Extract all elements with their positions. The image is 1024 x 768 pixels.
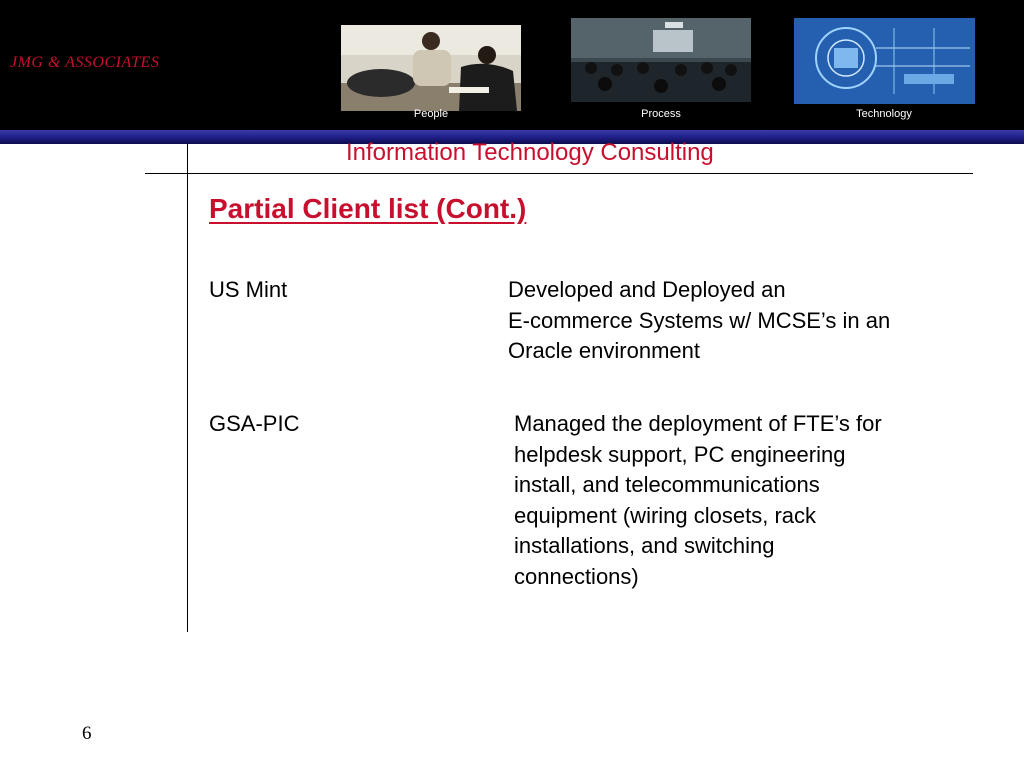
- client-description-line: equipment (wiring closets, rack: [514, 502, 817, 528]
- horizontal-divider: [145, 173, 973, 174]
- presentation-room-photo: [571, 18, 751, 102]
- photo-caption-technology: Technology: [856, 108, 912, 120]
- client-name: US Mint: [209, 277, 288, 302]
- brand-logo-text: JMG & ASSOCIATES: [10, 54, 160, 71]
- client-description-line: Developed and Deployed an: [508, 277, 786, 302]
- client-description-line: E-commerce Systems w/ MCSE’s in an: [508, 307, 891, 333]
- slide-subtitle: Information Technology Consulting: [346, 139, 714, 166]
- slide-title: Partial Client list (Cont.): [209, 193, 527, 224]
- client-description: Managed the deployment of FTE’s for help…: [514, 409, 882, 592]
- circuit-technology-photo: [794, 18, 975, 104]
- page-number: 6: [82, 723, 92, 744]
- client-description-line: helpdesk support, PC engineering: [514, 441, 846, 467]
- client-description-line: Managed the deployment of FTE’s for: [514, 411, 882, 436]
- people-meeting-photo: [341, 25, 521, 111]
- photo-caption-process: Process: [641, 108, 681, 120]
- client-description-line: install, and telecommunications: [514, 472, 820, 497]
- client-description: Developed and Deployed an E-commerce Sys…: [508, 275, 890, 367]
- client-description-line: connections): [514, 563, 639, 589]
- photo-caption-people: People: [413, 108, 449, 120]
- vertical-divider: [187, 144, 188, 632]
- client-description-line: installations, and switching: [514, 533, 775, 558]
- client-name: GSA-PIC: [209, 411, 300, 436]
- client-description-line: Oracle environment: [508, 338, 700, 363]
